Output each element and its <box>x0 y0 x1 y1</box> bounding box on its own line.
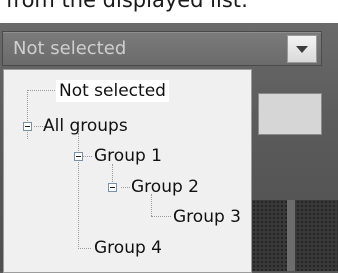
tree-item-label: All groups <box>43 116 128 136</box>
collapse-toggle-icon[interactable] <box>108 183 117 192</box>
tree-item-group-2[interactable]: Group 2 <box>128 176 202 198</box>
group-select[interactable]: Not selected <box>2 31 322 66</box>
tree-item-group-3[interactable]: Group 3 <box>170 206 244 228</box>
collapse-toggle-icon[interactable] <box>23 122 32 131</box>
tree-item-all-groups[interactable]: All groups <box>40 115 131 137</box>
group-tree-dropdown: Not selected All groups Group 1 Group 2 … <box>3 69 252 273</box>
tree-item-not-selected[interactable]: Not selected <box>56 80 169 102</box>
background-field <box>258 93 322 135</box>
tree-item-label: Group 2 <box>131 177 199 197</box>
tree-connector <box>78 248 91 249</box>
page-caption-strip: from the displayed list: <box>0 0 338 23</box>
tree-connector <box>78 133 79 249</box>
tree-item-label: Group 4 <box>94 238 162 258</box>
tree-item-group-1[interactable]: Group 1 <box>91 145 165 167</box>
dropdown-toggle-button[interactable] <box>287 35 317 63</box>
chevron-down-icon <box>296 46 308 53</box>
select-value: Not selected <box>13 38 127 59</box>
tree-connector <box>27 90 55 91</box>
tree-connector <box>151 216 171 217</box>
tree-item-group-4[interactable]: Group 4 <box>91 237 165 259</box>
tree-item-label: Not selected <box>59 81 166 101</box>
tree-connector <box>112 164 113 184</box>
collapse-toggle-icon[interactable] <box>74 152 83 161</box>
page-caption: from the displayed list: <box>6 0 249 12</box>
tree-item-label: Group 3 <box>173 207 241 227</box>
tree-item-label: Group 1 <box>94 146 162 166</box>
background-divider <box>287 200 295 271</box>
tree-connector <box>27 90 28 139</box>
